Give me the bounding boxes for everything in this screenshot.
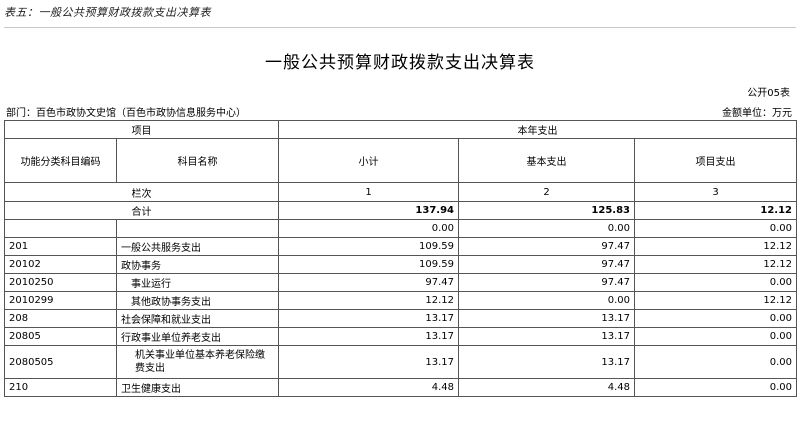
total-row: 合计 137.94 125.83 12.12 [4,201,798,220]
row-basic: 97.47 [458,255,635,274]
row-name: 一般公共服务支出 [116,237,279,256]
row-subtotal: 109.59 [278,255,459,274]
title-area: 一般公共预算财政拨款支出决算表 公开05表 [4,27,796,102]
header-row-column-index: 栏次 1 2 3 [4,182,798,202]
table-row: 2010250 事业运行 97.47 97.47 0.00 [4,273,798,292]
header-name: 科目名称 [116,138,279,183]
row-project: 12.12 [633,255,798,274]
row-name [116,219,279,238]
row-project: 12.12 [633,237,798,256]
column-index-label: 栏次 [4,182,279,202]
row-basic: 0.00 [458,291,635,310]
row-name: 行政事业单位养老支出 [116,327,279,346]
row-subtotal: 109.59 [278,237,459,256]
row-project: 12.12 [633,291,798,310]
row-basic: 97.47 [458,237,635,256]
row-code: 2080505 [4,345,117,379]
row-name: 事业运行 [116,273,279,292]
column-index-2: 2 [458,182,635,202]
row-code: 2010299 [4,291,117,310]
header-project: 项目支出 [633,138,798,183]
row-project: 0.00 [633,378,798,397]
form-number: 公开05表 [747,88,790,99]
table-row: 201 一般公共服务支出 109.59 97.47 12.12 [4,237,798,256]
row-basic: 97.47 [458,273,635,292]
header-subtotal: 小计 [278,138,459,183]
row-basic: 13.17 [458,345,635,379]
column-index-3: 3 [633,182,798,202]
column-index-1: 1 [278,182,459,202]
report-title: 一般公共预算财政拨款支出决算表 [265,53,535,73]
total-label: 合计 [4,201,279,220]
total-subtotal: 137.94 [278,201,459,220]
row-code: 201 [4,237,117,256]
report-caption: 表五：一般公共预算财政拨款支出决算表 [4,6,211,19]
row-subtotal: 13.17 [278,327,459,346]
header-row-top: 项目 本年支出 [4,120,798,139]
row-code: 208 [4,309,117,328]
row-code [4,219,117,238]
header-row-main: 功能分类科目编码 科目名称 小计 基本支出 项目支出 [4,138,798,183]
row-project: 0.00 [633,327,798,346]
table-row: 20102 政协事务 109.59 97.47 12.12 [4,255,798,274]
row-code: 210 [4,378,117,397]
header-basic: 基本支出 [458,138,635,183]
row-name: 政协事务 [116,255,279,274]
report-meta: 部门：百色市政协文史馆（百色市政协信息服务中心） 金额单位：万元 [4,103,796,119]
row-code: 20805 [4,327,117,346]
row-name: 机关事业单位基本养老保险缴费支出 [116,345,279,379]
row-subtotal: 0.00 [278,219,459,238]
row-subtotal: 13.17 [278,309,459,328]
row-code: 20102 [4,255,117,274]
row-basic: 4.48 [458,378,635,397]
row-subtotal: 97.47 [278,273,459,292]
table-row: 210 卫生健康支出 4.48 4.48 0.00 [4,378,798,397]
row-code: 2010250 [4,273,117,292]
row-project: 0.00 [633,273,798,292]
row-basic: 0.00 [458,219,635,238]
header-current-year: 本年支出 [277,120,798,139]
row-name: 卫生健康支出 [116,378,279,397]
header-item: 项目 [4,120,279,139]
row-project: 0.00 [633,345,798,379]
unit-label: 金额单位：万元 [722,108,792,119]
table-row: 20805 行政事业单位养老支出 13.17 13.17 0.00 [4,327,798,346]
row-subtotal: 13.17 [278,345,459,379]
row-name: 社会保障和就业支出 [116,309,279,328]
department-label: 部门：百色市政协文史馆（百色市政协信息服务中心） [6,108,246,119]
row-name: 其他政协事务支出 [116,291,279,310]
table-row: 208 社会保障和就业支出 13.17 13.17 0.00 [4,309,798,328]
row-basic: 13.17 [458,327,635,346]
row-subtotal: 4.48 [278,378,459,397]
row-project: 0.00 [633,309,798,328]
table-row: 2010299 其他政协事务支出 12.12 0.00 12.12 [4,291,798,310]
row-project: 0.00 [633,219,798,238]
row-subtotal: 12.12 [278,291,459,310]
table-row: 0.00 0.00 0.00 [4,219,798,238]
row-basic: 13.17 [458,309,635,328]
table-row: 2080505 机关事业单位基本养老保险缴费支出 13.17 13.17 0.0… [4,345,798,379]
header-code: 功能分类科目编码 [4,138,117,183]
total-project: 12.12 [633,201,798,220]
expenditure-table: 项目 本年支出 功能分类科目编码 科目名称 小计 基本支出 项目支出 栏次 1 … [4,120,798,397]
total-basic: 125.83 [458,201,635,220]
